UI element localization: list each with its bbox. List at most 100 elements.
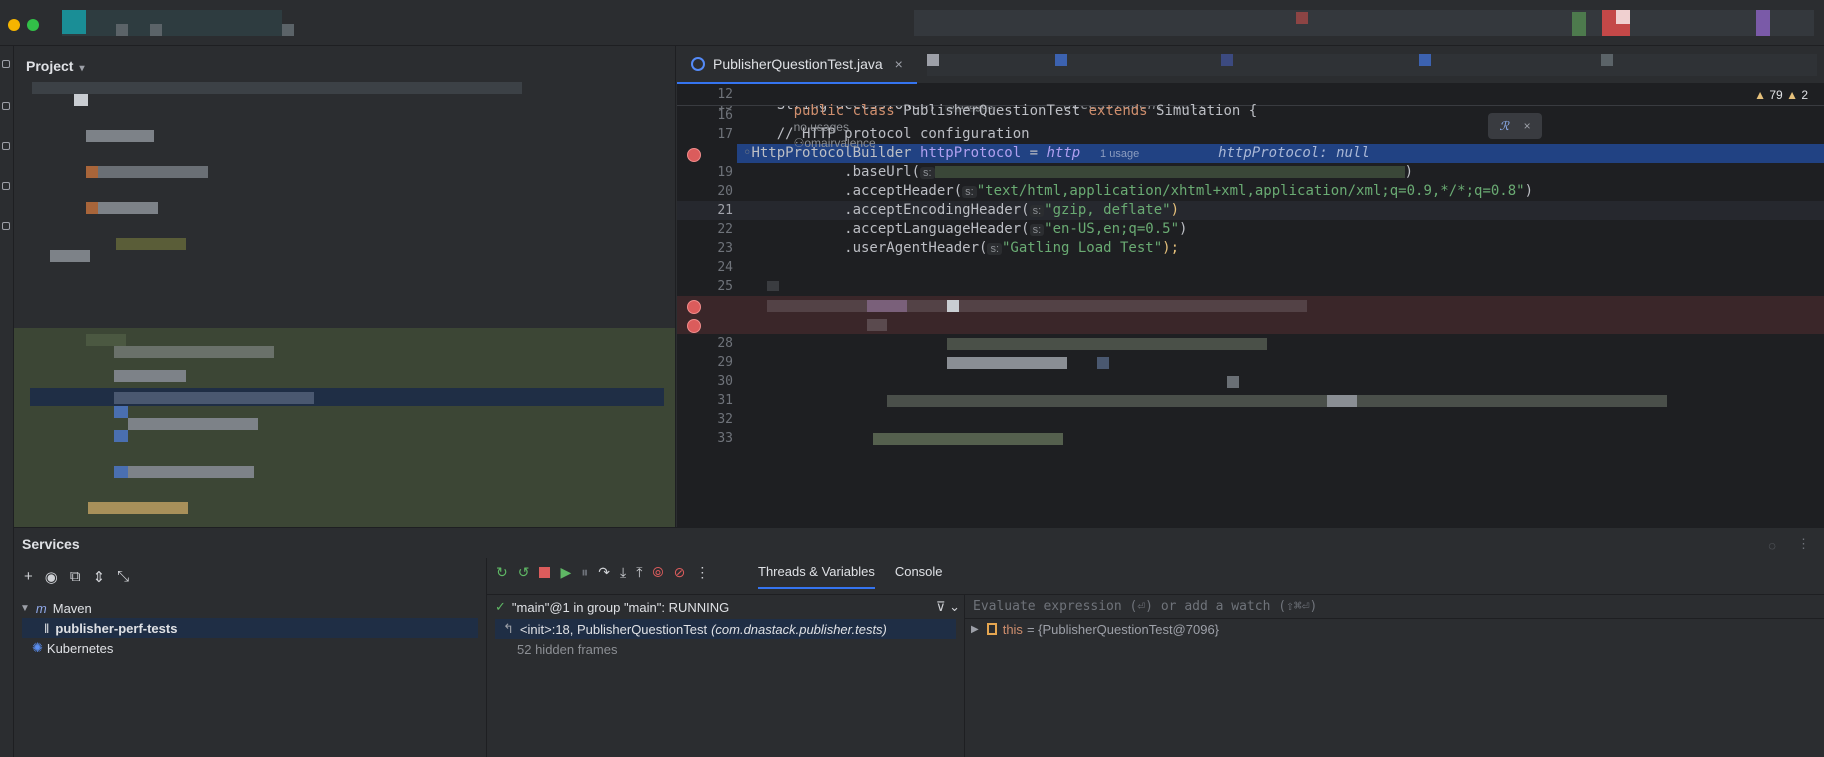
keyword-text: public class	[793, 103, 904, 119]
frame-package: (com.dnastack.publisher.tests)	[711, 621, 887, 637]
inspection-status[interactable]: ▲ 79 ▲ 2	[1754, 88, 1808, 102]
blurred-block	[1097, 357, 1109, 369]
blurred-code	[887, 395, 1667, 407]
tab-console[interactable]: Console	[895, 564, 943, 589]
tree-row-blurred[interactable]	[50, 250, 90, 262]
code-line: 30	[677, 372, 1824, 391]
more-tools-icon[interactable]	[2, 222, 10, 230]
blurred-toolbar[interactable]	[914, 10, 1814, 36]
code-text: );	[1162, 240, 1180, 256]
code-line: 23 .userAgentHeader(s: "Gatling Load Test…	[677, 239, 1824, 258]
code-text: .acceptEncodingHeader(	[743, 202, 1030, 218]
variable-value: = {PublisherQuestionTest@7096}	[1026, 621, 1220, 637]
blurred-block	[282, 24, 294, 36]
line-number: 20	[717, 184, 733, 199]
restart-icon[interactable]: ↺	[518, 564, 530, 581]
tab-threads-variables[interactable]: Threads & Variables	[758, 564, 875, 589]
expand-all-icon[interactable]: ⇕	[93, 568, 106, 586]
line-number: 22	[717, 222, 733, 237]
blurred-project-widget[interactable]	[62, 10, 282, 36]
project-panel: Project ▾	[14, 46, 676, 527]
tab-publisher-question-test[interactable]: PublisherQuestionTest.java ×	[677, 46, 917, 84]
blurred-block	[116, 24, 128, 36]
bookmarks-tool-icon[interactable]	[2, 182, 10, 190]
step-out-icon[interactable]: ⤒	[636, 564, 642, 581]
tree-row-blurred[interactable]	[98, 166, 208, 178]
structure-tool-icon[interactable]	[2, 142, 10, 150]
code-text: )	[1404, 164, 1414, 180]
reader-mode-icon[interactable]: ℛ	[1499, 119, 1509, 133]
param-hint: s:	[920, 167, 935, 179]
view-breakpoints-icon[interactable]: ⦾	[652, 564, 663, 581]
usages-hint[interactable]: no usages	[794, 120, 849, 134]
line-number: 29	[717, 355, 733, 370]
tree-row-blurred[interactable]	[86, 130, 154, 142]
variable-row[interactable]: ▶ this = {PublisherQuestionTest@7096}	[965, 619, 1824, 639]
tree-row-blurred[interactable]	[128, 418, 258, 430]
blurred-block	[1327, 395, 1357, 407]
tree-row-blurred[interactable]	[98, 202, 158, 214]
param-hint: s:	[1029, 205, 1045, 217]
thread-selector[interactable]: ✓ "main"@1 in group "main": RUNNING ⊽ ⌄	[487, 595, 964, 619]
project-panel-header[interactable]: Project ▾	[26, 58, 85, 74]
warning-icon: ▲	[1754, 88, 1767, 102]
maximize-window-button[interactable]	[27, 19, 39, 31]
stop-icon[interactable]	[539, 567, 551, 578]
project-panel-title: Project	[26, 58, 74, 74]
more-options-icon[interactable]: ⋮	[1797, 536, 1810, 552]
tree-item-maven[interactable]: ▼ m Maven	[14, 598, 486, 618]
stack-frame[interactable]: ↰ <init>:18, PublisherQuestionTest (com.…	[495, 619, 956, 639]
reader-mode-toolbar[interactable]: ℛ ×	[1488, 113, 1542, 139]
close-tab-icon[interactable]: ×	[895, 56, 903, 72]
step-over-icon[interactable]: ↷	[598, 564, 610, 581]
breakpoint-icon[interactable]	[687, 148, 701, 162]
breakpoint-icon[interactable]	[687, 300, 701, 314]
collapse-all-icon[interactable]: ⤡	[117, 568, 129, 586]
more-icon[interactable]: ⋮	[695, 564, 709, 581]
code-line: 31	[677, 391, 1824, 410]
code-line: 20 .acceptHeader(s: "text/html,applicatio…	[677, 182, 1824, 201]
step-into-icon[interactable]: ⤓	[620, 564, 626, 581]
editor-tab-bar: PublisherQuestionTest.java ×	[677, 46, 1824, 84]
mute-breakpoints-icon[interactable]: ⊘	[674, 564, 686, 581]
commit-tool-icon[interactable]	[2, 102, 10, 110]
hidden-frames[interactable]: 52 hidden frames	[487, 639, 964, 659]
close-icon[interactable]: ×	[1524, 119, 1531, 133]
line-number: 17	[717, 127, 733, 142]
maven-icon: m	[35, 600, 47, 616]
tree-row-blurred[interactable]	[114, 346, 274, 358]
string-text: "en-US,en;q=0.5"	[1044, 221, 1179, 237]
rerun-icon[interactable]: ↻	[496, 564, 508, 581]
pause-icon[interactable]: ⏸	[581, 564, 588, 581]
close-window-button[interactable]	[8, 19, 20, 31]
blurred-block	[1756, 10, 1770, 36]
evaluate-expression-input[interactable]: Evaluate expression (⏎) or add a watch (…	[965, 595, 1824, 619]
chevron-right-icon[interactable]: ▶	[971, 624, 979, 635]
tree-row-blurred[interactable]	[32, 82, 522, 94]
project-tool-icon[interactable]	[2, 60, 10, 68]
line-number: 31	[717, 393, 733, 408]
line-number: 16	[717, 108, 733, 123]
line-number: 33	[717, 431, 733, 446]
breakpoint-icon[interactable]	[687, 319, 701, 333]
code-line: 25	[677, 277, 1824, 296]
resume-icon[interactable]: ▶	[560, 564, 571, 581]
tree-row-blurred[interactable]	[114, 370, 186, 382]
author-hint[interactable]: omairvalence	[804, 136, 875, 150]
add-service-icon[interactable]: +	[24, 568, 33, 586]
tree-row-blurred[interactable]	[88, 502, 188, 514]
tree-row-blurred[interactable]	[86, 334, 126, 346]
gear-icon[interactable]: ◌	[1768, 538, 1776, 553]
sticky-class-header[interactable]: 12 public class PublisherQuestionTest ex…	[677, 84, 1824, 150]
tree-item-kubernetes[interactable]: ✺ Kubernetes	[14, 638, 486, 658]
view-options-icon[interactable]: ◉	[45, 568, 58, 586]
filter-icon[interactable]: ⊽ ⌄	[936, 599, 960, 615]
tree-item-publisher-perf-tests[interactable]: ‖ publisher-perf-tests	[22, 618, 478, 638]
code-editor[interactable]: PublisherQuestionTest.java × 12 public c…	[677, 46, 1824, 527]
blurred-block	[1296, 12, 1308, 24]
new-group-icon[interactable]: ⧉	[70, 568, 81, 586]
code-text: )	[1170, 202, 1180, 218]
blurred-block	[1419, 54, 1431, 66]
tree-row-blurred[interactable]	[128, 466, 254, 478]
tree-row-blurred[interactable]	[116, 238, 186, 250]
